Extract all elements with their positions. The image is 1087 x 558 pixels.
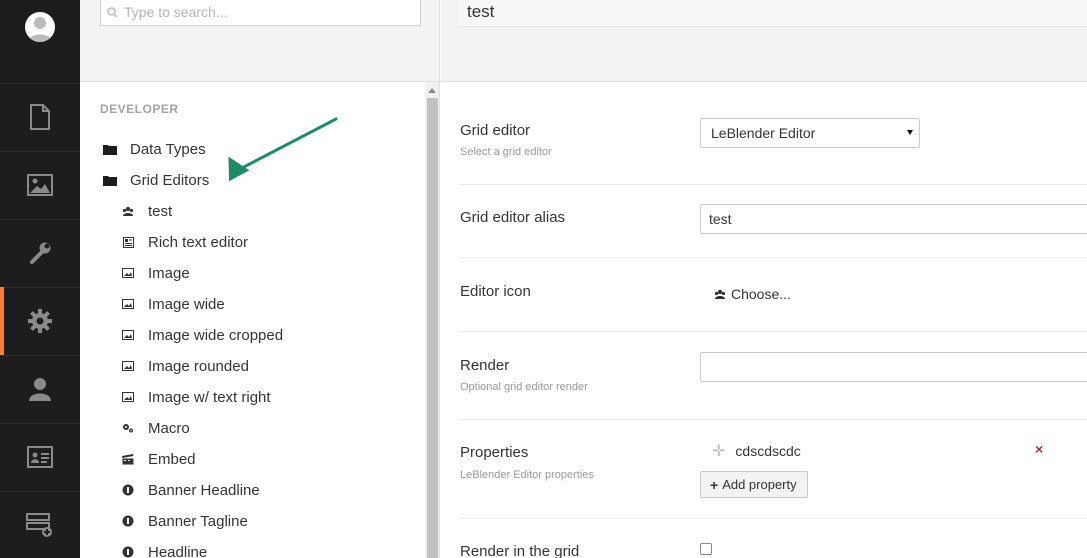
tree-item-grid-editor[interactable]: Banner Headline xyxy=(120,475,260,505)
tree-item-grid-editor[interactable]: Rich text editor xyxy=(120,227,248,257)
media-section-icon[interactable] xyxy=(0,151,80,219)
tree-item-grid-editor[interactable]: Embed xyxy=(120,444,196,474)
tree-item-label: Image xyxy=(148,264,190,282)
plus-icon: + xyxy=(710,476,719,493)
property-label: Render in the grid xyxy=(460,543,580,558)
tree-item-label: Rich text editor xyxy=(148,233,249,251)
property-grid-editor: Grid editor Select a grid editor LeBlend… xyxy=(460,82,1087,185)
tree-item-grid-editor[interactable]: Banner Tagline xyxy=(120,506,248,536)
picture-icon xyxy=(120,265,136,281)
property-editor-icon: Editor icon Choose... xyxy=(460,258,1087,332)
folder-icon xyxy=(102,141,118,157)
editor-header: test xyxy=(441,0,1087,82)
section-title: DEVELOPER xyxy=(100,102,179,116)
drag-handle-icon[interactable]: ✛ xyxy=(712,441,725,461)
render-input[interactable] xyxy=(700,352,1087,382)
property-description: Optional grid editor render xyxy=(460,381,588,393)
property-render: Render Optional grid editor render xyxy=(460,332,1087,420)
property-description: LeBlender Editor properties xyxy=(460,469,594,481)
circle-info-icon xyxy=(120,544,136,558)
select-value: LeBlender Editor xyxy=(711,125,816,141)
tree-item-data-types[interactable]: Data Types xyxy=(102,134,206,164)
picture-icon xyxy=(120,389,136,405)
developer-gear-icon[interactable] xyxy=(0,287,80,355)
search-icon xyxy=(107,6,118,18)
tree-item-label: Image w/ text right xyxy=(148,388,271,406)
property-render-in-grid: Render in the grid xyxy=(460,519,1087,558)
tree-item-grid-editor[interactable]: Image wide cropped xyxy=(120,320,283,350)
chevron-down-icon xyxy=(907,130,913,135)
editor-panel: Grid editor Select a grid editor LeBlend… xyxy=(441,82,1087,558)
choose-label: Choose... xyxy=(731,286,791,302)
folder-icon xyxy=(102,172,118,188)
alias-input[interactable]: test xyxy=(700,204,1087,234)
tree-scrollbar[interactable] xyxy=(425,82,440,558)
scroll-thumb[interactable] xyxy=(427,98,438,558)
property-description: Select a grid editor xyxy=(460,146,552,158)
users-icon xyxy=(120,203,136,219)
property-item[interactable]: ✛ cdscdscdc xyxy=(712,441,801,461)
tree-item-grid-editor[interactable]: Image wide xyxy=(120,289,225,319)
settings-wrench-icon[interactable] xyxy=(0,219,80,287)
tree-item-grid-editor[interactable]: Image rounded xyxy=(120,351,249,381)
users-icon xyxy=(714,286,726,302)
section-rail xyxy=(0,0,80,558)
circle-info-icon xyxy=(120,513,136,529)
annotation-arrow xyxy=(228,117,338,181)
tree-item-label: Grid Editors xyxy=(130,171,210,189)
search-input[interactable] xyxy=(124,4,414,20)
app-window: DEVELOPER Data Types Grid Editors test R… xyxy=(0,0,1087,558)
movie-icon xyxy=(120,451,136,467)
button-label: Add property xyxy=(722,477,797,492)
tree-item-label: Macro xyxy=(148,419,190,437)
tree-item-label: Embed xyxy=(148,450,196,468)
tree-item-label: Image rounded xyxy=(148,357,249,375)
picture-icon xyxy=(120,358,136,374)
choose-icon-link[interactable]: Choose... xyxy=(714,286,791,302)
property-label: Grid editor xyxy=(460,122,531,139)
editor-name-field[interactable]: test xyxy=(459,0,1087,27)
avatar[interactable] xyxy=(25,12,55,42)
forms-add-icon[interactable] xyxy=(0,491,80,558)
tree-item-grid-editor[interactable]: Headline xyxy=(120,537,207,558)
grid-editor-select[interactable]: LeBlender Editor xyxy=(700,118,920,148)
property-alias: Grid editor alias test xyxy=(460,185,1087,258)
property-label: Grid editor alias xyxy=(460,209,566,226)
circle-info-icon xyxy=(120,482,136,498)
article-icon xyxy=(120,234,136,250)
search-box[interactable] xyxy=(100,0,421,26)
scroll-up-arrow-icon[interactable] xyxy=(428,88,436,93)
settings-icon xyxy=(120,420,136,436)
tree-item-label: test xyxy=(148,202,173,220)
property-label: Render xyxy=(460,357,510,374)
members-card-icon[interactable] xyxy=(0,423,80,491)
property-item-name: cdscdscdc xyxy=(735,443,801,459)
add-property-button[interactable]: + Add property xyxy=(700,471,808,498)
tree-item-label: Image wide cropped xyxy=(148,326,284,344)
tree-item-label: Image wide xyxy=(148,295,225,313)
tree-item-label: Banner Tagline xyxy=(148,512,248,530)
render-in-grid-checkbox[interactable] xyxy=(700,543,712,555)
content-section-icon[interactable] xyxy=(0,83,80,151)
tree-item-label: Headline xyxy=(148,543,208,558)
tree-item-grid-editor[interactable]: Image xyxy=(120,258,190,288)
tree-item-label: Data Types xyxy=(130,140,206,158)
tree-item-grid-editors[interactable]: Grid Editors xyxy=(102,165,209,195)
tree-header xyxy=(80,0,440,82)
property-label: Properties xyxy=(460,444,529,461)
picture-icon xyxy=(120,296,136,312)
tree-item-grid-editor[interactable]: Macro xyxy=(120,413,190,443)
tree-item-label: Banner Headline xyxy=(148,481,260,499)
tree-item-grid-editor[interactable]: test xyxy=(120,196,172,226)
picture-icon xyxy=(120,327,136,343)
property-label: Editor icon xyxy=(460,283,531,300)
tree-item-grid-editor[interactable]: Image w/ text right xyxy=(120,382,271,412)
users-section-icon[interactable] xyxy=(0,355,80,423)
property-properties: Properties LeBlender Editor properties ✛… xyxy=(460,420,1087,519)
remove-property-icon[interactable]: × xyxy=(1035,441,1043,457)
